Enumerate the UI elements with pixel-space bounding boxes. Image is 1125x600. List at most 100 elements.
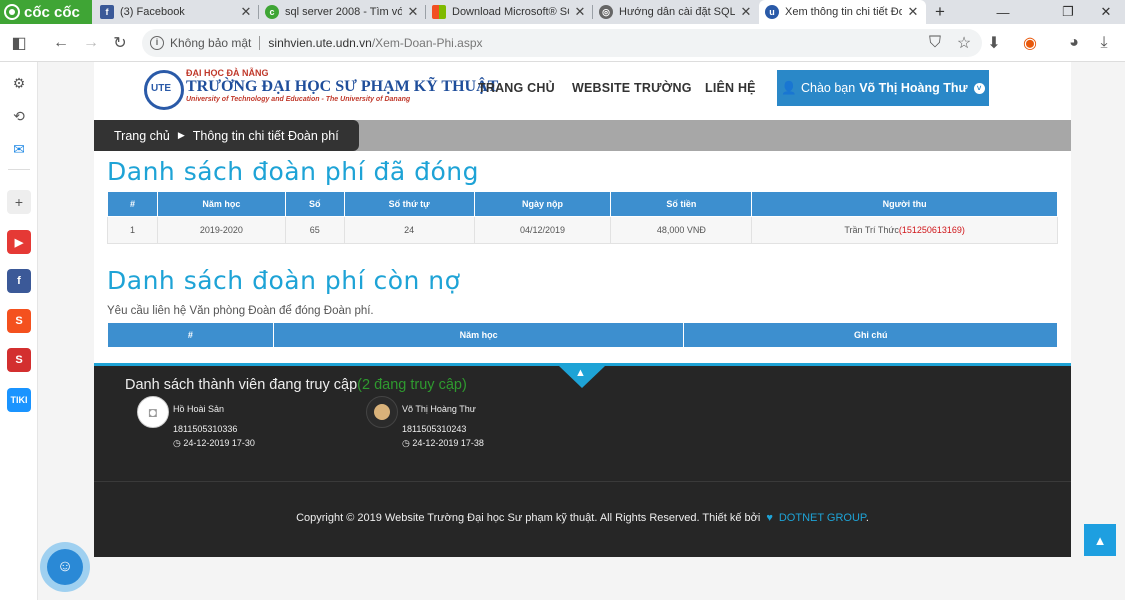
online-count: (2 đang truy cập)	[357, 377, 467, 393]
tab-title: sql server 2008 - Tìm với Cốc	[285, 6, 402, 18]
cell-order: 24	[343, 216, 475, 244]
chat-widget-button[interactable]: ☺	[40, 542, 90, 592]
nav-home[interactable]: TRANG CHỦ	[478, 81, 555, 95]
site-footer: Danh sách thành viên đang truy cập(2 đan…	[94, 366, 1071, 557]
breadcrumb-current: Thông tin chi tiết Đoàn phí	[192, 128, 339, 143]
member-time: ◷ 24-12-2019 17-38	[402, 438, 484, 449]
messenger-icon[interactable]: ✉	[7, 137, 31, 161]
cell-number: 65	[284, 216, 345, 244]
table-header-row: # Năm học Số Số thứ tự Ngày nộp Số tiền …	[107, 191, 1058, 217]
caret-right-icon: ▶	[177, 130, 185, 140]
tab-title: (3) Facebook	[120, 6, 185, 18]
copyright: Copyright © 2019 Website Trường Đại học …	[94, 512, 1071, 524]
address-bar[interactable]: i Không bảo mật sinhvien.ute.udn.vn/Xem-…	[142, 29, 982, 57]
browser-sidebar: ⚙ ⟲ ✉ + ▶ f S S TIKI	[0, 62, 38, 600]
close-icon[interactable]: ✕	[573, 4, 587, 20]
sidebar-toggle-icon[interactable]: ◧	[5, 24, 33, 62]
minimize-button[interactable]: —	[985, 0, 1021, 24]
member-id: 1811505310336	[173, 424, 238, 434]
avatar	[366, 396, 398, 428]
add-app-icon[interactable]: +	[7, 190, 31, 214]
heart-icon: ♥	[766, 512, 773, 524]
breadcrumb-home[interactable]: Trang chủ	[114, 129, 170, 143]
school-parent-name: ĐẠI HỌC ĐÀ NẴNG	[186, 68, 269, 78]
new-tab-button[interactable]: +	[930, 0, 950, 24]
browser-toolbar: ◧ ← → ↻ i Không bảo mật sinhvien.ute.udn…	[0, 24, 1125, 62]
owed-section-title: Danh sách đoàn phí còn nợ	[107, 266, 461, 295]
extension-icon[interactable]: ◉	[1016, 24, 1044, 62]
tab-title: Xem thông tin chi tiết Đoàn	[785, 6, 902, 18]
globe-icon: ◎	[599, 5, 613, 19]
info-icon[interactable]: i	[150, 36, 164, 50]
designer-link[interactable]: DOTNET GROUP	[779, 512, 866, 524]
column-header-order: Số thứ tự	[343, 191, 475, 217]
shield-icon[interactable]: ⛉	[921, 24, 949, 62]
tab-microsoft-download[interactable]: Download Microsoft® SQL ✕	[426, 0, 593, 24]
breadcrumb-bar: Trang chủ ▶ Thông tin chi tiết Đoàn phí	[94, 120, 1071, 151]
scroll-to-top-button[interactable]: ▲	[1084, 524, 1116, 556]
school-name[interactable]: ĐẠI HỌC ĐÀ NẴNG TRƯỜNG ĐẠI HỌC SƯ PHẠM K…	[186, 68, 498, 103]
browser-brand-label: cốc cốc	[24, 3, 80, 21]
close-icon[interactable]: ✕	[406, 4, 420, 20]
column-header-note: Ghi chú	[683, 322, 1058, 348]
breadcrumb: Trang chủ ▶ Thông tin chi tiết Đoàn phí	[94, 120, 359, 151]
url-text: sinhvien.ute.udn.vn/Xem-Doan-Phi.aspx	[268, 36, 482, 50]
online-title-label: Danh sách thành viên đang truy cập	[125, 377, 358, 393]
nav-school-website[interactable]: WEBSITE TRƯỜNG	[572, 81, 692, 95]
camera-icon: ◘	[137, 396, 169, 428]
cell-year: 2019-2020	[156, 216, 286, 244]
downloads-icon[interactable]: ⤓	[1090, 24, 1118, 62]
member-name: Hồ Hoài Sản	[173, 404, 225, 414]
sendo-icon[interactable]: S	[7, 348, 31, 372]
column-header-index: #	[107, 322, 274, 348]
restore-button[interactable]: ❐	[1050, 0, 1086, 24]
close-icon[interactable]: ✕	[739, 4, 753, 20]
microsoft-icon	[432, 5, 446, 19]
close-icon[interactable]: ✕	[906, 4, 920, 20]
chevron-down-icon: ˅	[973, 82, 985, 94]
settings-icon[interactable]: ⚙	[7, 71, 31, 95]
divider	[8, 169, 30, 170]
browser-brand[interactable]: cốc cốc	[0, 0, 92, 24]
close-window-button[interactable]: ✕	[1088, 0, 1124, 24]
copyright-text: Copyright © 2019 Website Trường Đại học …	[296, 512, 761, 524]
divider	[94, 481, 1071, 482]
copyright-suffix: .	[865, 512, 869, 524]
user-menu-button[interactable]: 👤 Chào bạn Võ Thị Hoàng Thư ˅	[777, 70, 989, 106]
school-title: TRƯỜNG ĐẠI HỌC SƯ PHẠM KỸ THUẬT	[186, 78, 499, 95]
youtube-icon[interactable]: ▶	[7, 230, 31, 254]
star-icon[interactable]: ☆	[950, 24, 978, 62]
online-members-title: Danh sách thành viên đang truy cập(2 đan…	[125, 377, 467, 393]
collector-id: (151250613169)	[898, 225, 965, 235]
shopee-icon[interactable]: S	[7, 309, 31, 333]
tiki-icon[interactable]: TIKI	[7, 388, 31, 412]
school-logo[interactable]	[144, 70, 184, 110]
tab-facebook[interactable]: f (3) Facebook ✕	[94, 0, 259, 24]
paid-fees-table: # Năm học Số Số thứ tự Ngày nộp Số tiền …	[107, 191, 1058, 244]
column-header-number: Số	[284, 191, 345, 217]
column-header-year: Năm học	[156, 191, 286, 217]
member-time: ◷ 24-12-2019 17-30	[173, 438, 255, 449]
owed-note: Yêu cầu liên hệ Văn phòng Đoàn để đóng Đ…	[107, 305, 374, 317]
forward-arrow-icon[interactable]: →	[77, 24, 105, 62]
member-time-value: 24-12-2019 17-30	[183, 438, 255, 448]
column-header-date: Ngày nộp	[473, 191, 612, 217]
close-icon[interactable]: ✕	[239, 4, 253, 20]
history-icon[interactable]: ⟲	[7, 104, 31, 128]
member-name: Võ Thị Hoàng Thư	[402, 404, 476, 414]
back-arrow-icon[interactable]: ←	[47, 24, 75, 62]
nav-contact[interactable]: LIÊN HỆ	[705, 81, 756, 95]
facebook-icon[interactable]: f	[7, 269, 31, 293]
tab-doan-phi[interactable]: u Xem thông tin chi tiết Đoàn ✕	[759, 0, 926, 24]
profile-icon[interactable]: ◕	[1060, 24, 1088, 62]
tab-coccoc-search[interactable]: c sql server 2008 - Tìm với Cốc ✕	[259, 0, 426, 24]
download-page-icon[interactable]: ⬇	[980, 24, 1008, 62]
tab-sql-guide[interactable]: ◎ Hướng dẫn cài đặt SQL Ser ✕	[593, 0, 759, 24]
page-container: ĐẠI HỌC ĐÀ NẴNG TRƯỜNG ĐẠI HỌC SƯ PHẠM K…	[94, 62, 1071, 557]
member-time-value: 24-12-2019 17-38	[412, 438, 484, 448]
cell-amount: 48,000 VNĐ	[610, 216, 753, 244]
ute-icon: u	[765, 5, 779, 19]
reload-icon[interactable]: ↻	[106, 24, 134, 62]
school-english-name: University of Technology and Education -…	[186, 96, 411, 103]
clock-icon: ◷	[402, 438, 413, 448]
